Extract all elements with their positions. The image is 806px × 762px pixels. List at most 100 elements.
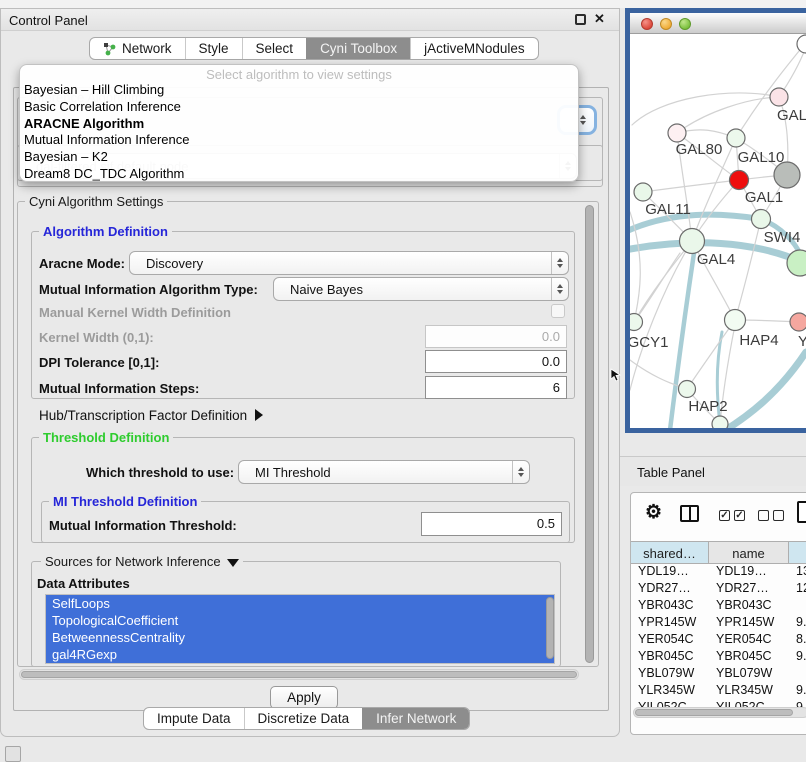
data-attribute-item[interactable]: TopologicalCoefficient <box>46 612 554 629</box>
network-node[interactable] <box>797 35 806 53</box>
data-attribute-item[interactable]: SelfLoops <box>46 595 554 612</box>
network-edge[interactable] <box>687 320 735 389</box>
algorithm-dropdown-popup: Select algorithm to view settings Bayesi… <box>19 64 579 182</box>
table-cell: YLR345W <box>631 683 709 700</box>
data-attributes-list[interactable]: SelfLoopsTopologicalCoefficientBetweenne… <box>45 594 555 664</box>
table-cell: YBR043C <box>631 598 709 615</box>
network-edge[interactable] <box>736 45 804 138</box>
collapsed-panel-icon[interactable] <box>5 746 21 762</box>
tab-discretize-data[interactable]: Discretize Data <box>244 708 363 729</box>
table-row[interactable]: YDL19…YDL19…13 <box>631 564 806 581</box>
app-top-strip <box>0 0 806 8</box>
hub-definition-expander[interactable]: Hub/Transcription Factor Definition <box>39 408 263 423</box>
aracne-mode-combo[interactable]: Discovery <box>129 251 569 275</box>
network-edge[interactable] <box>735 219 761 320</box>
mi-steps-label: Mutual Information Steps: <box>39 381 199 396</box>
settings-gear-icon[interactable]: ⚙ <box>645 501 662 524</box>
zoom-traffic-light[interactable] <box>679 18 691 30</box>
tab-infer-network[interactable]: Infer Network <box>362 708 469 729</box>
node-label: GAL10 <box>738 149 785 166</box>
mi-type-label: Mutual Information Algorithm Type: <box>39 282 258 297</box>
network-edge[interactable] <box>724 352 806 428</box>
table-row[interactable]: YIL052CYIL052C9 <box>631 700 806 707</box>
network-node[interactable] <box>790 313 806 331</box>
node-label: HAP4 <box>739 332 778 349</box>
network-node[interactable] <box>668 124 686 142</box>
mi-type-value: Naive Bayes <box>274 282 551 297</box>
data-attribute-item[interactable]: BetweennessCentrality <box>46 629 554 646</box>
which-threshold-combo[interactable]: MI Threshold <box>238 460 530 484</box>
dpi-tolerance-field[interactable]: 0.0 <box>425 350 567 373</box>
settings-horizontal-scrollbar[interactable] <box>19 669 579 680</box>
sources-group-title[interactable]: Sources for Network Inference <box>41 554 243 569</box>
column-header[interactable] <box>789 541 806 564</box>
close-icon[interactable]: ✕ <box>594 11 605 27</box>
tab-impute-data[interactable]: Impute Data <box>144 708 244 729</box>
tab-label: jActiveMNodules <box>424 41 525 56</box>
network-node[interactable] <box>752 210 771 229</box>
show-columns-icon[interactable] <box>680 505 699 522</box>
tab-network[interactable]: Network <box>90 38 185 59</box>
network-canvas[interactable]: GALGAL80GAL10GAL1GAL11SWI4GAL4GCY1HAP4YH… <box>630 34 806 428</box>
data-attribute-item[interactable]: gal4RGexp <box>46 646 554 663</box>
network-node[interactable] <box>770 88 788 106</box>
node-label: GAL4 <box>697 251 735 268</box>
table-horizontal-scrollbar[interactable] <box>633 707 806 718</box>
algorithm-option[interactable]: Bayesian – Hill Climbing <box>20 82 578 99</box>
tab-cyni-toolbox[interactable]: Cyni Toolbox <box>306 38 410 59</box>
table-row[interactable]: YDR27…YDR27…12 <box>631 581 806 598</box>
table-cell: 8. <box>789 632 806 649</box>
algorithm-option[interactable]: Bayesian – K2 <box>20 149 578 166</box>
kernel-width-field[interactable]: 0.0 <box>425 325 567 348</box>
mi-type-combo[interactable]: Naive Bayes <box>273 277 569 301</box>
table-row[interactable]: YBL079WYBL079W <box>631 666 806 683</box>
mi-steps-field[interactable]: 6 <box>425 376 567 399</box>
close-traffic-light[interactable] <box>641 18 653 30</box>
deselect-all-checkbox-icon-2[interactable] <box>773 510 784 521</box>
algorithm-option[interactable]: ARACNE Algorithm <box>20 116 578 133</box>
network-node[interactable] <box>634 183 652 201</box>
network-edge[interactable] <box>643 180 739 192</box>
mi-threshold-field[interactable]: 0.5 <box>421 512 562 536</box>
algorithm-option[interactable]: Basic Correlation Inference <box>20 99 578 116</box>
network-graph[interactable]: GALGAL80GAL10GAL1GAL11SWI4GAL4GCY1HAP4YH… <box>630 34 806 428</box>
network-node[interactable] <box>712 416 728 428</box>
hscroll-thumb[interactable] <box>21 671 577 678</box>
network-node[interactable] <box>725 310 746 331</box>
network-node[interactable] <box>680 229 705 254</box>
settings-vertical-scrollbar[interactable] <box>585 205 594 663</box>
network-node[interactable] <box>630 314 643 331</box>
network-edge[interactable] <box>632 93 779 125</box>
tab-select[interactable]: Select <box>242 38 307 59</box>
deselect-all-checkbox-icon[interactable] <box>758 510 769 521</box>
manual-kernel-checkbox[interactable] <box>551 304 565 318</box>
table-row[interactable]: YPR145WYPR145W9. <box>631 615 806 632</box>
algorithm-definition-title: Algorithm Definition <box>39 224 172 239</box>
network-node[interactable] <box>774 162 800 188</box>
tab-jactivemnodules[interactable]: jActiveMNodules <box>410 38 538 59</box>
select-all-checkbox-icon-2[interactable]: ✓ <box>734 510 745 521</box>
apply-button[interactable]: Apply <box>270 686 338 709</box>
network-edge[interactable] <box>677 97 779 133</box>
table-row[interactable]: YBR043CYBR043C <box>631 598 806 615</box>
network-node[interactable] <box>730 171 749 190</box>
attribute-list-scrollbar[interactable] <box>546 597 554 659</box>
algorithm-option[interactable]: Dream8 DC_TDC Algorithm <box>20 166 578 182</box>
algorithm-option[interactable]: Mutual Information Inference <box>20 132 578 149</box>
column-header[interactable]: name <box>709 541 789 564</box>
table-row[interactable]: YLR345WYLR345W9. <box>631 683 806 700</box>
table-row[interactable]: YBR045CYBR045C9. <box>631 649 806 666</box>
network-node[interactable] <box>727 129 745 147</box>
table-hscroll-thumb[interactable] <box>635 709 793 716</box>
table-row[interactable]: YER054CYER054C8. <box>631 632 806 649</box>
export-table-icon[interactable] <box>797 501 806 523</box>
tab-style[interactable]: Style <box>185 38 242 59</box>
network-node[interactable] <box>679 381 696 398</box>
network-window-titlebar[interactable] <box>630 13 806 34</box>
column-header[interactable]: shared… <box>631 541 709 564</box>
float-window-icon[interactable] <box>575 14 586 25</box>
tab-label: Discretize Data <box>258 711 350 726</box>
minimize-traffic-light[interactable] <box>660 18 672 30</box>
select-all-checkbox-icon[interactable]: ✓ <box>719 510 730 521</box>
table-cell: YIL052C <box>709 700 789 707</box>
